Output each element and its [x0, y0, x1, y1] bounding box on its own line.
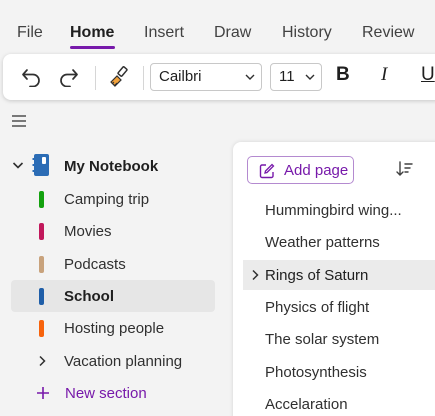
- section-hosting-people[interactable]: Hosting people: [11, 312, 215, 344]
- section-color-tab: [39, 223, 44, 240]
- section-color-tab: [39, 256, 44, 273]
- section-label: Vacation planning: [64, 353, 183, 370]
- add-page-label: Add page: [284, 162, 349, 179]
- font-name-value: Cailbri: [159, 68, 202, 85]
- format-painter-icon: [110, 66, 128, 87]
- section-movies[interactable]: Movies: [11, 215, 215, 247]
- active-tab-indicator: [70, 46, 115, 49]
- tab-history[interactable]: History: [282, 24, 332, 42]
- tab-draw[interactable]: Draw: [214, 24, 251, 42]
- page-label: Weather patterns: [265, 234, 380, 251]
- redo-icon: [60, 69, 78, 87]
- new-section-button[interactable]: New section: [34, 382, 214, 406]
- chevron-right-icon: [252, 269, 259, 281]
- section-label: Movies: [64, 223, 112, 240]
- section-color-tab: [39, 320, 44, 337]
- page-item[interactable]: The solar system: [243, 324, 435, 354]
- chevron-down-icon: [12, 162, 24, 169]
- section-camping-trip[interactable]: Camping trip: [11, 183, 215, 215]
- chevron-down-icon: [245, 74, 255, 80]
- underline-button[interactable]: U: [421, 64, 435, 86]
- page-label: Accelaration: [265, 396, 348, 413]
- redo-button[interactable]: [55, 65, 81, 89]
- page-item[interactable]: Photosynthesis: [243, 357, 435, 387]
- undo-button[interactable]: [19, 65, 45, 89]
- page-item[interactable]: Physics of flight: [243, 292, 435, 322]
- page-label: Rings of Saturn: [265, 267, 369, 284]
- toolbar-divider: [143, 66, 144, 90]
- section-label: Camping trip: [64, 191, 150, 208]
- ribbon-tabs: File Home Insert Draw History Review: [0, 0, 435, 52]
- page-label: The solar system: [265, 331, 380, 348]
- section-color-tab: [39, 288, 44, 305]
- pages-panel: Add page Hummingbird wing... Weather pat…: [233, 142, 435, 416]
- italic-button[interactable]: I: [381, 64, 387, 86]
- section-group-vacation-planning[interactable]: Vacation planning: [11, 345, 215, 377]
- page-item[interactable]: Weather patterns: [243, 227, 435, 257]
- add-page-button[interactable]: Add page: [247, 156, 354, 184]
- section-school[interactable]: School: [11, 280, 215, 312]
- undo-icon: [22, 69, 40, 87]
- font-name-select[interactable]: Cailbri: [150, 63, 262, 91]
- page-label: Physics of flight: [265, 299, 370, 316]
- notebook-icon: [32, 154, 49, 176]
- section-color-tab: [39, 191, 44, 208]
- font-size-select[interactable]: 11: [270, 63, 322, 91]
- section-podcasts[interactable]: Podcasts: [11, 248, 215, 280]
- home-toolbar: Cailbri 11 B I U: [3, 54, 435, 100]
- page-label: Photosynthesis: [265, 364, 367, 381]
- chevron-down-icon: [305, 74, 315, 80]
- sort-icon[interactable]: [395, 160, 413, 178]
- section-label: Podcasts: [64, 256, 126, 273]
- plus-icon: [37, 387, 49, 399]
- page-item-selected[interactable]: Rings of Saturn: [243, 260, 435, 290]
- notebook-title: My Notebook: [64, 158, 159, 175]
- toolbar-divider: [95, 66, 96, 90]
- section-label: School: [64, 288, 115, 305]
- notebook-my-notebook[interactable]: My Notebook: [10, 152, 220, 180]
- page-item[interactable]: Hummingbird wing...: [243, 195, 435, 225]
- tab-home[interactable]: Home: [70, 24, 114, 42]
- format-painter-button[interactable]: [106, 64, 134, 90]
- tab-file[interactable]: File: [17, 24, 43, 42]
- hamburger-menu-icon[interactable]: [11, 114, 27, 128]
- section-label: Hosting people: [64, 320, 165, 337]
- tab-insert[interactable]: Insert: [144, 24, 184, 42]
- page-label: Hummingbird wing...: [265, 202, 402, 219]
- page-item[interactable]: Accelaration: [243, 389, 435, 416]
- chevron-right-icon: [39, 355, 46, 367]
- new-section-label: New section: [65, 385, 147, 402]
- tab-review[interactable]: Review: [362, 24, 414, 42]
- bold-button[interactable]: B: [336, 64, 350, 86]
- font-size-value: 11: [279, 68, 295, 85]
- compose-icon: [259, 163, 275, 179]
